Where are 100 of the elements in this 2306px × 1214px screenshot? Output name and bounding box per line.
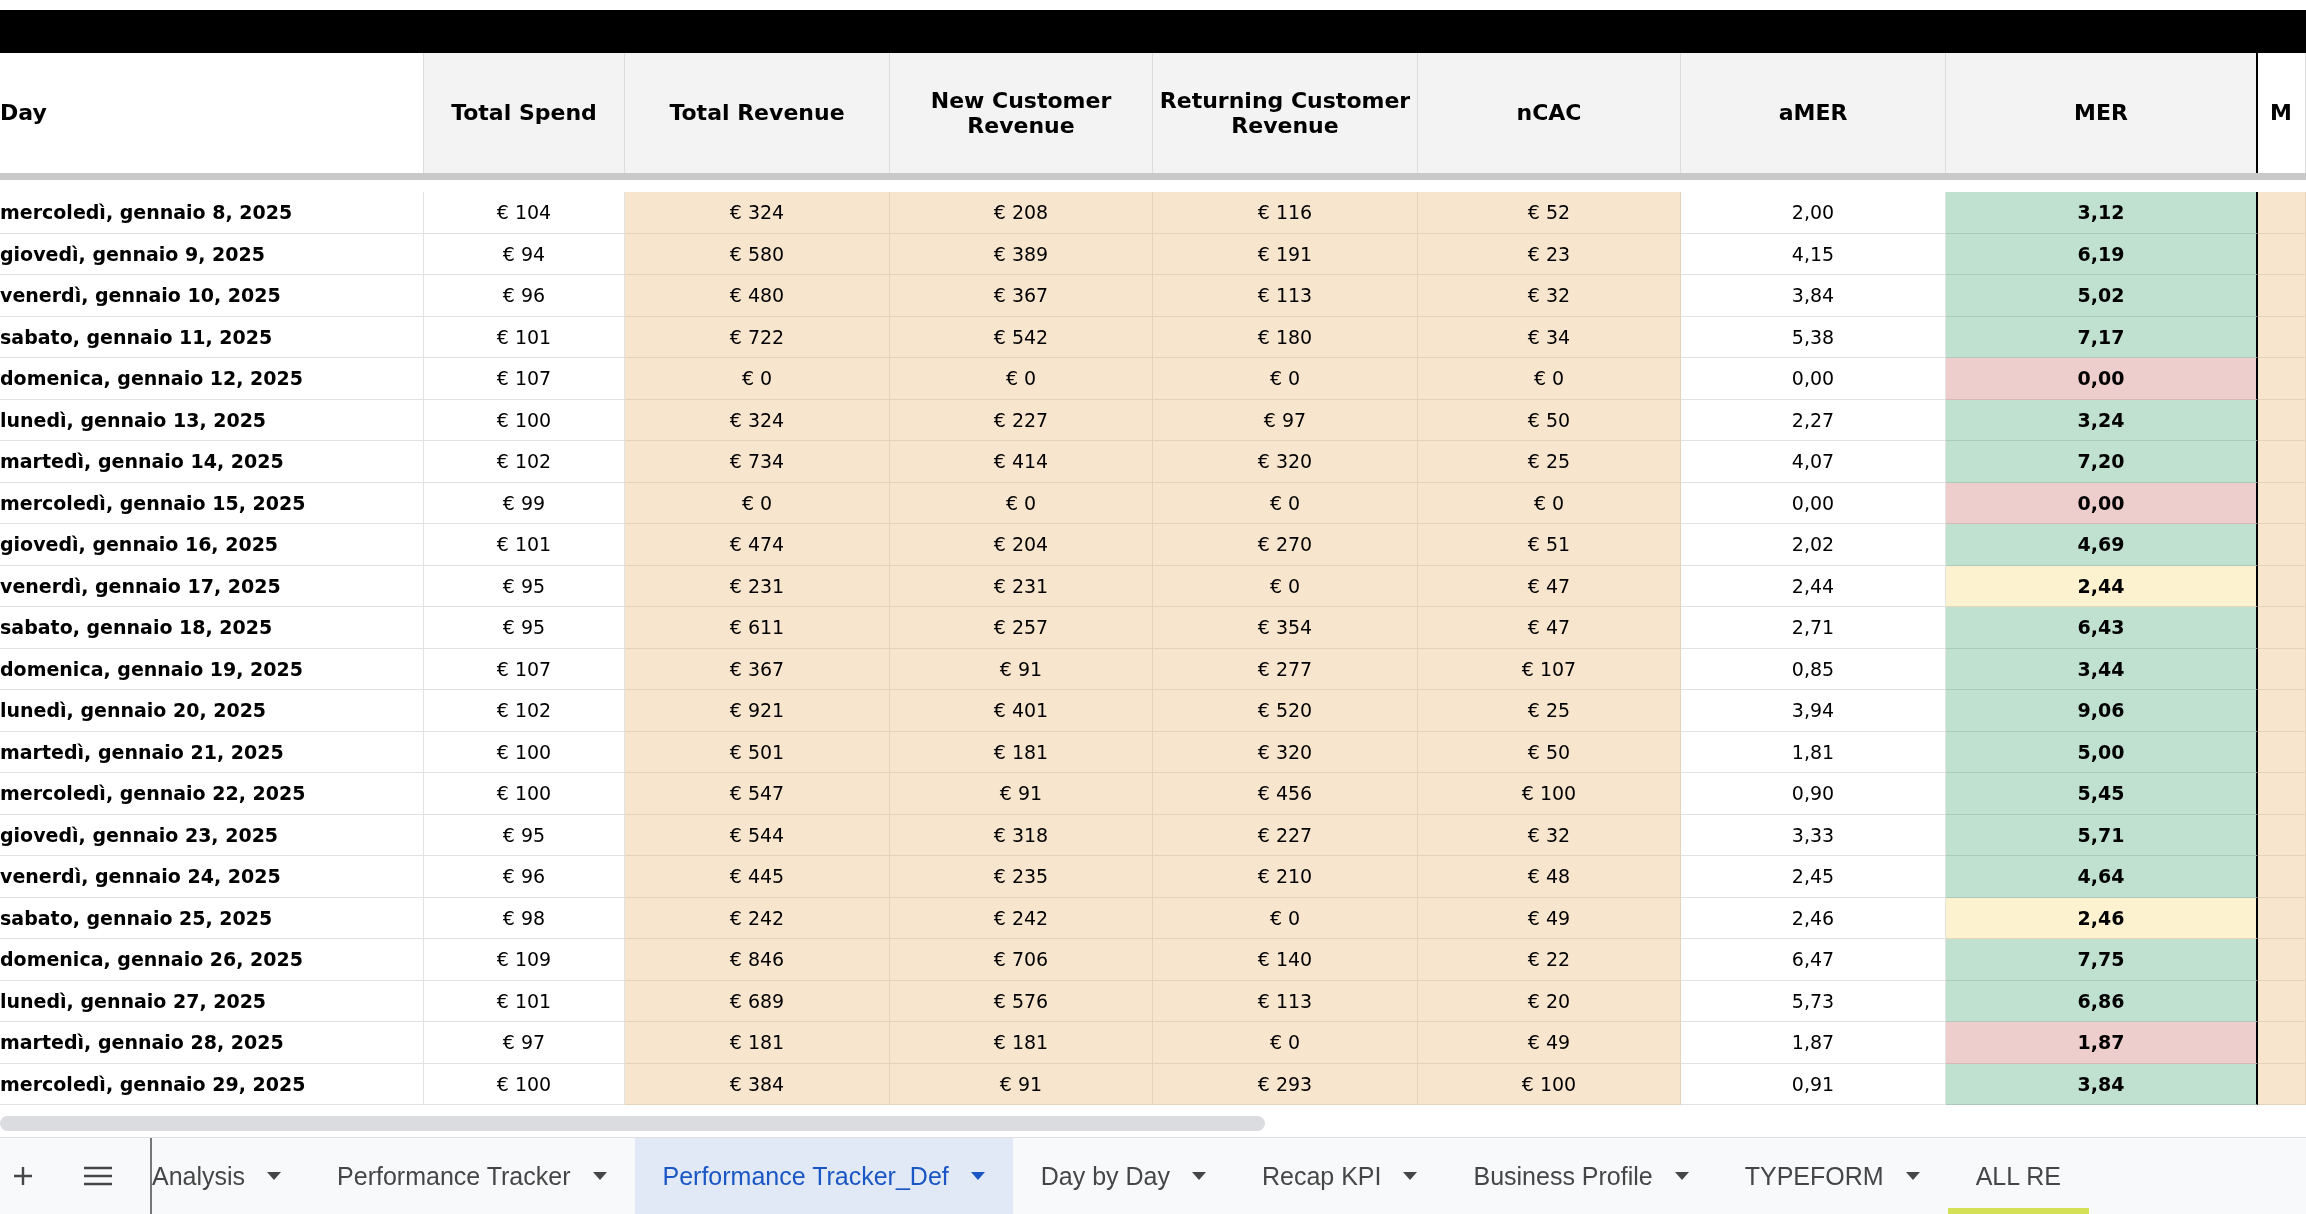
table-cell: € 140 xyxy=(1153,939,1418,981)
plus-icon xyxy=(13,1166,33,1186)
date-cell: lunedì, gennaio 27, 2025 xyxy=(0,980,424,1022)
table-cell: 3,94 xyxy=(1681,690,1946,732)
date-cell: martedì, gennaio 14, 2025 xyxy=(0,441,424,483)
table-cell: 4,15 xyxy=(1681,233,1946,275)
table-cell: € 734 xyxy=(625,441,890,483)
date-cell: mercoledì, gennaio 29, 2025 xyxy=(0,1063,424,1105)
table-cell: € 22 xyxy=(1418,939,1681,981)
table-cell: 0,00 xyxy=(1946,358,2258,400)
table-cell: 5,38 xyxy=(1681,316,1946,358)
table-cell: € 389 xyxy=(890,233,1153,275)
table-cell: € 367 xyxy=(890,275,1153,317)
table-cell: € 324 xyxy=(625,399,890,441)
table-cell: € 846 xyxy=(625,939,890,981)
date-cell: mercoledì, gennaio 15, 2025 xyxy=(0,482,424,524)
table-cell: 7,20 xyxy=(1946,441,2258,483)
table-cell: € 96 xyxy=(424,856,625,898)
caret-icon xyxy=(1905,1172,1920,1180)
table-cell: € 100 xyxy=(1418,1063,1681,1105)
table-cell: € 445 xyxy=(625,856,890,898)
scrollbar-thumb[interactable] xyxy=(0,1116,1265,1131)
table-cell: € 921 xyxy=(625,690,890,732)
column-header: Day xyxy=(0,53,424,173)
table-cell: 5,45 xyxy=(1946,773,2258,815)
table-cell: € 257 xyxy=(890,607,1153,649)
table-cell: € 501 xyxy=(625,731,890,773)
date-cell: martedì, gennaio 28, 2025 xyxy=(0,1022,424,1064)
table-cell: € 180 xyxy=(1153,316,1418,358)
table-cell: € 474 xyxy=(625,524,890,566)
table-cell: € 32 xyxy=(1418,814,1681,856)
table-cell: € 23 xyxy=(1418,233,1681,275)
sheet-tab[interactable]: Business Profile xyxy=(1445,1138,1717,1214)
table-cell: € 456 xyxy=(1153,773,1418,815)
table-cell: € 104 xyxy=(424,192,625,234)
sheet-tab[interactable]: Performance Tracker xyxy=(309,1138,635,1214)
column-header: Total Spend xyxy=(424,53,625,173)
column-header: nCAC xyxy=(1418,53,1681,173)
table-cell: 6,19 xyxy=(1946,233,2258,275)
table-cell: € 0 xyxy=(1418,358,1681,400)
table-cell: € 107 xyxy=(424,648,625,690)
table-cell: € 49 xyxy=(1418,897,1681,939)
table-cell: € 204 xyxy=(890,524,1153,566)
sheet-tab[interactable]: ALL RE xyxy=(1947,1138,2089,1214)
table-cell: € 414 xyxy=(890,441,1153,483)
table-cell: 1,87 xyxy=(1946,1022,2258,1064)
date-cell: lunedì, gennaio 13, 2025 xyxy=(0,399,424,441)
table-cell: € 576 xyxy=(890,980,1153,1022)
table-cell: 3,84 xyxy=(1946,1063,2258,1105)
table-cell: 2,44 xyxy=(1681,565,1946,607)
table-cell: € 0 xyxy=(625,358,890,400)
table-cell: € 50 xyxy=(1418,731,1681,773)
table-cell: € 0 xyxy=(1153,358,1418,400)
table-cell: € 547 xyxy=(625,773,890,815)
table-cell: 5,00 xyxy=(1946,731,2258,773)
table-cell: 7,75 xyxy=(1946,939,2258,981)
table-cell: € 242 xyxy=(625,897,890,939)
table-cell: € 100 xyxy=(424,1063,625,1105)
date-cell: venerdì, gennaio 24, 2025 xyxy=(0,856,424,898)
column-header: Returning Customer Revenue xyxy=(1153,53,1418,173)
date-cell: sabato, gennaio 18, 2025 xyxy=(0,607,424,649)
table-cell: 6,47 xyxy=(1681,939,1946,981)
table-cell: € 0 xyxy=(890,482,1153,524)
caret-icon xyxy=(970,1172,985,1180)
table-cell: 3,44 xyxy=(1946,648,2258,690)
table-cell: 3,84 xyxy=(1681,275,1946,317)
table-cell: € 722 xyxy=(625,316,890,358)
table-cell: 3,12 xyxy=(1946,192,2258,234)
table-cell: € 191 xyxy=(1153,233,1418,275)
table-cell: € 95 xyxy=(424,814,625,856)
table-cell: € 320 xyxy=(1153,731,1418,773)
table-cell: € 181 xyxy=(890,731,1153,773)
caret-icon xyxy=(1191,1172,1206,1180)
date-cell: giovedì, gennaio 23, 2025 xyxy=(0,814,424,856)
sheet-tab[interactable]: Performance Tracker_Def xyxy=(634,1138,1013,1214)
date-cell: mercoledì, gennaio 8, 2025 xyxy=(0,192,424,234)
sheet-tab[interactable]: Day by Day xyxy=(1012,1138,1234,1214)
table-cell: € 50 xyxy=(1418,399,1681,441)
table-cell: € 113 xyxy=(1153,275,1418,317)
table-cell: 0,90 xyxy=(1681,773,1946,815)
table-cell: € 100 xyxy=(424,731,625,773)
table-cell: € 32 xyxy=(1418,275,1681,317)
date-cell: venerdì, gennaio 17, 2025 xyxy=(0,565,424,607)
table-cell: € 0 xyxy=(1418,482,1681,524)
table-cell: € 210 xyxy=(1153,856,1418,898)
table-cell: € 181 xyxy=(625,1022,890,1064)
table-cell: € 320 xyxy=(1153,441,1418,483)
sheet-tab[interactable]: Analysis xyxy=(150,1138,310,1214)
sheet-tab[interactable]: Recap KPI xyxy=(1233,1138,1446,1214)
table-cell: € 542 xyxy=(890,316,1153,358)
table-cell: € 580 xyxy=(625,233,890,275)
column-header: Total Revenue xyxy=(625,53,890,173)
table-cell: 2,46 xyxy=(1681,897,1946,939)
table-cell: 6,43 xyxy=(1946,607,2258,649)
table-cell: 5,02 xyxy=(1946,275,2258,317)
table-cell: 4,07 xyxy=(1681,441,1946,483)
table-cell: € 51 xyxy=(1418,524,1681,566)
sheet-tab[interactable]: TYPEFORM xyxy=(1716,1138,1948,1214)
table-cell: € 101 xyxy=(424,980,625,1022)
table-cell: € 25 xyxy=(1418,441,1681,483)
